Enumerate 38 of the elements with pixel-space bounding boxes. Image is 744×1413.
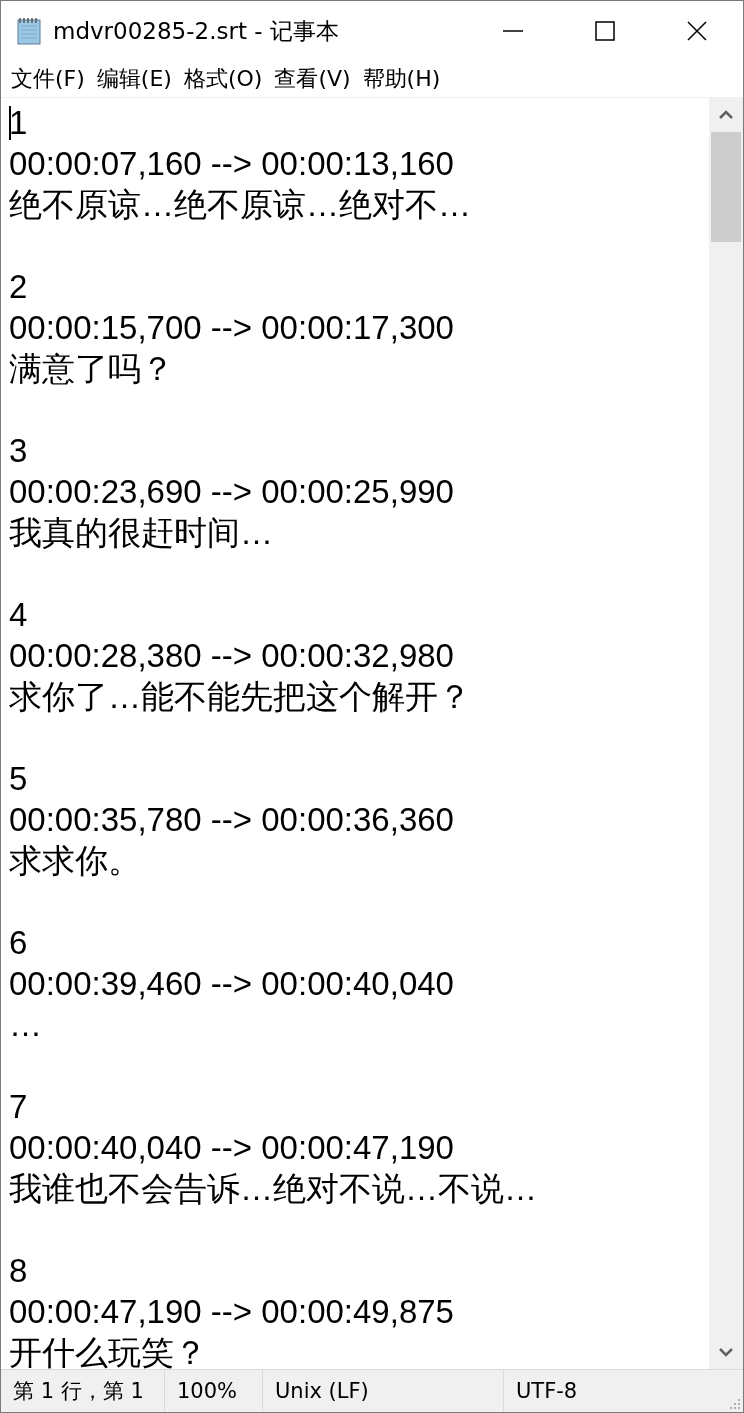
- subtitle-timestamp: 00:00:39,460 --> 00:00:40,040: [9, 964, 454, 1004]
- subtitle-number: 2: [9, 267, 28, 307]
- subtitle-timestamp: 00:00:23,690 --> 00:00:25,990: [9, 472, 454, 512]
- menu-item[interactable]: 帮助(H): [356, 64, 447, 94]
- subtitle-timestamp: 00:00:40,040 --> 00:00:47,190: [9, 1128, 454, 1168]
- window-title: mdvr00285-2.srt - 记事本: [53, 16, 340, 46]
- subtitle-text: 满意了吗？: [9, 349, 174, 389]
- subtitle-timestamp: 00:00:07,160 --> 00:00:13,160: [9, 144, 454, 184]
- zoom-level: 100%: [176, 1379, 238, 1403]
- subtitle-number: 3: [9, 431, 28, 471]
- encoding: UTF-8: [515, 1379, 578, 1403]
- subtitle-text: 我真的很赶时间…: [9, 513, 273, 553]
- subtitle-text: 求求你。: [9, 841, 141, 881]
- menu-item[interactable]: 格式(O): [177, 64, 269, 94]
- subtitle-text: 绝不原谅…绝不原谅…绝对不…: [9, 185, 471, 225]
- subtitle-number: 6: [9, 923, 28, 963]
- menu-item[interactable]: 文件(F): [5, 64, 91, 94]
- maximize-icon[interactable]: [595, 21, 615, 41]
- subtitle-text: …: [9, 1005, 42, 1045]
- subtitle-timestamp: 00:00:28,380 --> 00:00:32,980: [9, 636, 454, 676]
- close-icon[interactable]: [687, 21, 707, 41]
- subtitle-text: 开什么玩笑？: [9, 1333, 207, 1369]
- subtitle-number: 7: [9, 1087, 28, 1127]
- subtitle-text: 求你了…能不能先把这个解开？: [9, 677, 471, 717]
- subtitle-number: 5: [9, 759, 28, 799]
- subtitle-text: 我谁也不会告诉…绝对不说…不说…: [9, 1169, 537, 1209]
- scrollbar-thumb[interactable]: [711, 132, 741, 242]
- cursor-position: 第 1 行，第 1: [12, 1378, 144, 1405]
- subtitle-number: 4: [9, 595, 28, 635]
- subtitle-timestamp: 00:00:47,190 --> 00:00:49,875: [9, 1292, 454, 1332]
- menu-item[interactable]: 编辑(E): [90, 64, 178, 94]
- subtitle-timestamp: 00:00:35,780 --> 00:00:36,360: [9, 800, 454, 840]
- line-ending: Unix (LF): [274, 1379, 369, 1403]
- resize-grip-icon[interactable]: [727, 1396, 741, 1410]
- subtitle-timestamp: 00:00:15,700 --> 00:00:17,300: [9, 308, 454, 348]
- subtitle-number: 1: [9, 103, 28, 143]
- menu-item[interactable]: 查看(V): [268, 64, 357, 94]
- subtitle-number: 8: [9, 1251, 28, 1291]
